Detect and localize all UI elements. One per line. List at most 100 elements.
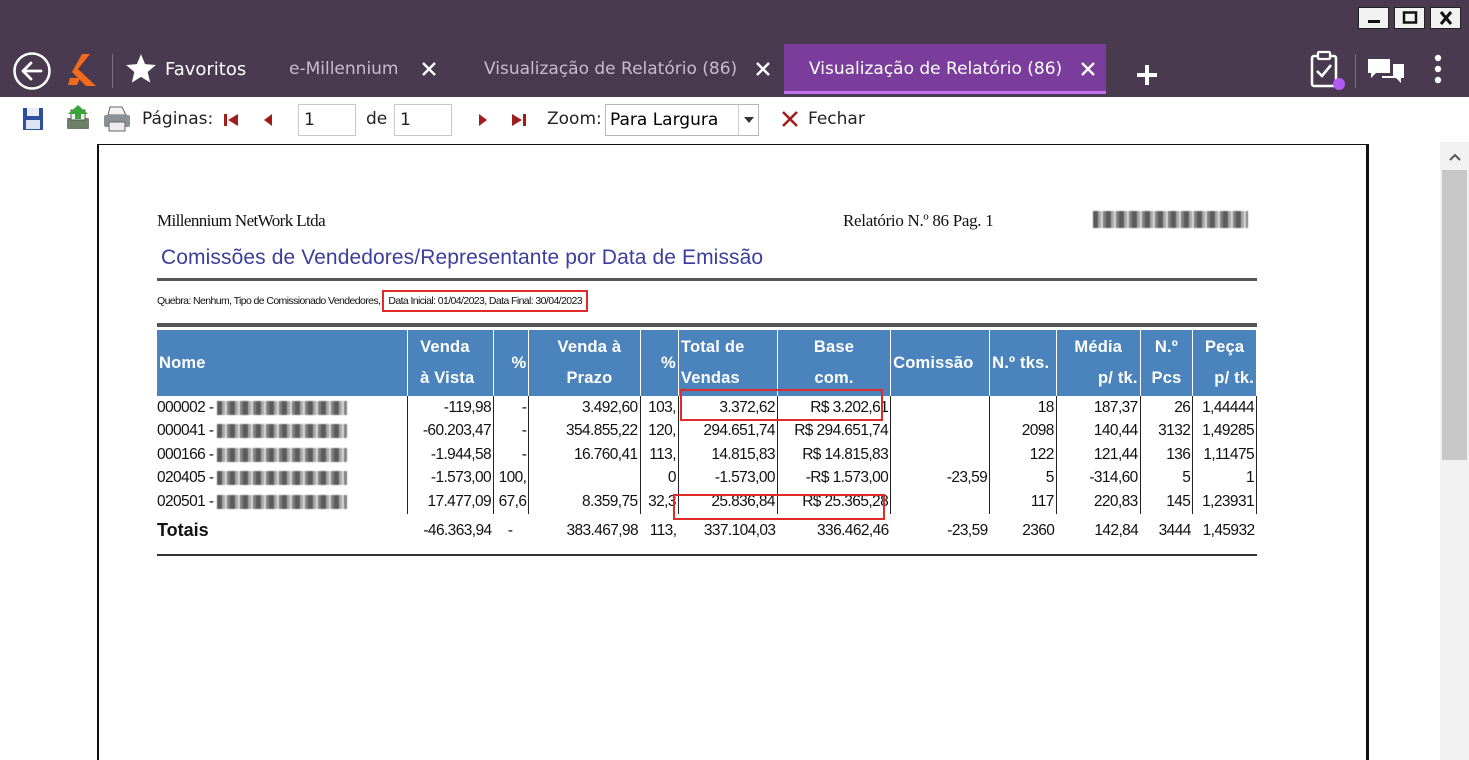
table-cell: 5 (1140, 466, 1194, 490)
column-header: Peça p/ tk. (1192, 330, 1257, 396)
column-header-line2: à Vista (420, 369, 475, 387)
table-row: 020405 - -1.573,00 100, 0 -1.573,00 -R$ 1.573… (157, 466, 1257, 490)
params-prefix: Quebra: Nenhum, Tipo de Comissionado Ven… (157, 295, 381, 307)
clipboard-check-icon[interactable] (1308, 50, 1348, 92)
minimize-button[interactable] (1358, 7, 1389, 29)
table-cell: 16.760,41 (528, 443, 641, 467)
table-row: 000041 - -60.203,47-354.855,22 120, 294.651… (157, 419, 1257, 443)
totals-cell: - (507, 521, 513, 539)
report-viewer[interactable]: Millennium NetWork Ltda Relatório N.º 86… (0, 142, 1440, 760)
zoom-select[interactable]: Para Largura (605, 104, 759, 136)
scroll-thumb[interactable] (1442, 170, 1467, 460)
chat-bubbles-icon[interactable] (1366, 56, 1406, 86)
more-vertical-icon[interactable] (1428, 54, 1448, 86)
table-cell: R$ 294.651,74 (777, 419, 892, 443)
column-header: Comissão (890, 330, 991, 396)
table-cell: 3132 (1140, 419, 1194, 443)
seller-code-cell: 000166 - (157, 443, 409, 467)
pages-label: Páginas: (142, 109, 214, 129)
scroll-up-button[interactable] (1440, 146, 1469, 168)
tab-visualizacao-relatorio-active[interactable]: Visualização de Relatório (86) (784, 44, 1106, 94)
previous-page-icon[interactable] (261, 112, 275, 128)
table-cell: 122 (989, 443, 1057, 467)
title-rule (157, 278, 1257, 281)
close-icon (756, 62, 771, 76)
seller-code: 000041 - (157, 422, 214, 440)
table-cell (890, 396, 991, 420)
blurred-seller-name (217, 424, 348, 439)
maximize-button[interactable] (1394, 7, 1425, 29)
table-cell: 1,23931 (1192, 490, 1257, 514)
tab-visualizacao-relatorio[interactable]: Visualização de Relatório (86) (484, 44, 771, 94)
column-header-line1: Nome (159, 353, 206, 372)
table-cell: -1.944,58 (407, 443, 494, 467)
table-cell (528, 466, 641, 490)
back-arrow-icon[interactable] (12, 51, 52, 91)
save-icon[interactable] (22, 107, 44, 131)
table-cell (890, 490, 991, 514)
table-cell: - (493, 443, 530, 467)
title-bar: Favoritos e-Millennium Visualização de R… (0, 0, 1469, 97)
table-cell: 294.651,74 (678, 419, 778, 443)
total-pages-input[interactable] (394, 104, 452, 136)
close-x-icon (782, 111, 798, 127)
table-cell (890, 419, 991, 443)
blurred-timestamp (1093, 211, 1248, 228)
tab-close-button[interactable] (1080, 61, 1096, 77)
column-header-line1: Média (1074, 338, 1123, 356)
table-cell: 1,49285 (1192, 419, 1257, 443)
table-cell: 136 (1140, 443, 1194, 467)
table-cell: 8.359,75 (528, 490, 641, 514)
current-page-input[interactable] (298, 104, 356, 136)
table-cell: -1.573,00 (407, 466, 494, 490)
close-report-button[interactable]: Fechar (780, 105, 865, 133)
column-header-line1: Total de (680, 338, 745, 356)
blurred-seller-name (217, 494, 348, 509)
last-page-icon[interactable] (510, 112, 528, 128)
column-header-line1: Venda à (557, 338, 622, 356)
printer-icon[interactable] (102, 105, 132, 133)
column-header: N.º Pcs (1140, 330, 1194, 396)
table-cell: 2098 (989, 419, 1057, 443)
column-header: Venda à Vista (407, 330, 494, 396)
tab-close-button[interactable] (421, 61, 437, 77)
first-page-icon[interactable] (222, 112, 240, 128)
params-dates: Data Inicial: 01/04/2023, Data Final: 30… (382, 290, 588, 312)
star-icon (126, 54, 156, 83)
blurred-seller-name (217, 471, 348, 486)
table-cell: - (493, 396, 530, 420)
column-header-line1: N.º (1154, 338, 1179, 356)
column-header: Venda à Prazo (528, 330, 641, 396)
column-header: % (493, 330, 530, 396)
column-header-line1: Comissão (893, 353, 974, 372)
zoom-label: Zoom: (547, 109, 602, 129)
tab-close-button[interactable] (755, 61, 771, 77)
column-header-line1: Peça (1204, 338, 1245, 356)
table-cell: -R$ 1.573,00 (777, 466, 892, 490)
table-cell: 14.815,83 (678, 443, 778, 467)
export-icon[interactable] (64, 105, 94, 133)
favorites-button[interactable]: Favoritos (124, 52, 246, 86)
tab-label: Visualização de Relatório (86) (809, 59, 1063, 79)
column-header: N.º tks. (989, 330, 1057, 396)
minimize-icon (1367, 20, 1380, 23)
vertical-scrollbar[interactable] (1440, 142, 1469, 760)
next-page-icon[interactable] (476, 112, 490, 128)
column-header-line1: % (511, 353, 527, 372)
report-number: Relatório N.º 86 Pag. 1 (843, 211, 994, 230)
table-cell: - (493, 419, 530, 443)
table-cell: 100, (493, 466, 530, 490)
new-tab-plus-icon[interactable] (1135, 63, 1159, 87)
close-window-button[interactable] (1430, 7, 1461, 29)
table-cell: 145 (1140, 490, 1194, 514)
table-cell: 1 (1192, 466, 1257, 490)
column-header-line2: p/ tk. (1214, 369, 1254, 387)
column-header: Base com. (777, 330, 892, 396)
dropdown-arrow[interactable] (738, 105, 758, 135)
close-icon (421, 62, 436, 76)
millennium-logo-icon (68, 54, 96, 86)
highlight-box-row5 (673, 494, 885, 520)
seller-code: 000166 - (157, 445, 214, 463)
tab-e-millennium[interactable]: e-Millennium (289, 44, 437, 94)
highlight-box-row1 (680, 389, 883, 421)
